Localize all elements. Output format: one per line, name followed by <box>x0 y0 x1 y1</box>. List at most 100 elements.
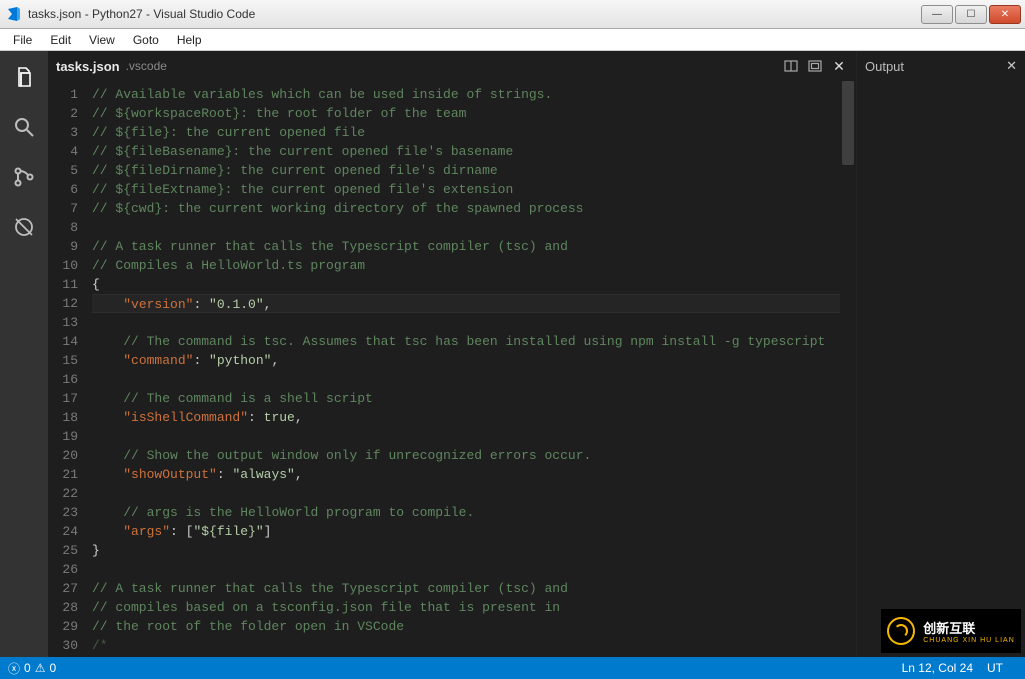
line-number: 29 <box>48 617 78 636</box>
window-maximize-button[interactable]: ☐ <box>955 5 987 24</box>
scrollbar-thumb[interactable] <box>842 81 854 165</box>
line-number: 5 <box>48 161 78 180</box>
code-line[interactable]: // The command is a shell script <box>92 389 840 408</box>
line-number: 9 <box>48 237 78 256</box>
menu-view[interactable]: View <box>80 31 124 49</box>
debug-icon[interactable] <box>8 211 40 243</box>
code-line[interactable]: // ${file}: the current opened file <box>92 123 840 142</box>
code-line[interactable]: // the root of the folder open in VSCode <box>92 617 840 636</box>
line-number: 15 <box>48 351 78 370</box>
menu-edit[interactable]: Edit <box>41 31 80 49</box>
code-line[interactable]: { <box>92 275 840 294</box>
split-editor-icon[interactable] <box>780 55 802 77</box>
line-number: 8 <box>48 218 78 237</box>
code-line[interactable]: // Compiles a HelloWorld.ts program <box>92 256 840 275</box>
line-number: 25 <box>48 541 78 560</box>
window-minimize-button[interactable]: — <box>921 5 953 24</box>
code-line[interactable]: // ${cwd}: the current working directory… <box>92 199 840 218</box>
code-editor[interactable]: 1234567891011121314151617181920212223242… <box>48 81 856 657</box>
code-line[interactable] <box>92 370 840 389</box>
line-number: 14 <box>48 332 78 351</box>
line-number: 6 <box>48 180 78 199</box>
code-line[interactable] <box>92 560 840 579</box>
line-number: 16 <box>48 370 78 389</box>
warning-count: 0 <box>49 661 56 675</box>
workbench: tasks.json .vscode ✕ 1234567891011121314… <box>0 51 1025 657</box>
code-line[interactable]: "args": ["${file}"] <box>92 522 840 541</box>
output-panel-close-icon[interactable]: ✕ <box>1006 58 1017 74</box>
line-number: 3 <box>48 123 78 142</box>
code-line[interactable]: "version": "0.1.0", <box>92 294 840 313</box>
line-number: 10 <box>48 256 78 275</box>
line-number: 24 <box>48 522 78 541</box>
status-bar: ⓧ 0 ⚠ 0 Ln 12, Col 24 UT <box>0 657 1025 679</box>
code-line[interactable] <box>92 218 840 237</box>
more-actions-icon[interactable] <box>804 55 826 77</box>
line-number: 11 <box>48 275 78 294</box>
status-encoding[interactable]: UT <box>987 661 1003 675</box>
line-number: 17 <box>48 389 78 408</box>
line-number: 2 <box>48 104 78 123</box>
code-line[interactable]: // Show the output window only if unreco… <box>92 446 840 465</box>
code-line[interactable]: // compiles based on a tsconfig.json fil… <box>92 598 840 617</box>
line-number: 1 <box>48 85 78 104</box>
editor-tabs: tasks.json .vscode ✕ <box>48 51 856 81</box>
code-line[interactable]: // ${fileExtname}: the current opened fi… <box>92 180 840 199</box>
code-line[interactable]: "command": "python", <box>92 351 840 370</box>
code-line[interactable]: // ${fileDirname}: the current opened fi… <box>92 161 840 180</box>
line-number: 12 <box>48 294 78 313</box>
code-line[interactable]: /* <box>92 636 840 655</box>
menu-goto[interactable]: Goto <box>124 31 168 49</box>
tab-folder: .vscode <box>126 59 167 73</box>
code-line[interactable] <box>92 427 840 446</box>
output-panel: Output ✕ <box>857 51 1025 657</box>
window-close-button[interactable]: ✕ <box>989 5 1021 24</box>
window-titlebar: tasks.json - Python27 - Visual Studio Co… <box>0 0 1025 29</box>
menu-file[interactable]: File <box>4 31 41 49</box>
line-number: 28 <box>48 598 78 617</box>
code-line[interactable]: // ${fileBasename}: the current opened f… <box>92 142 840 161</box>
line-number: 19 <box>48 427 78 446</box>
line-number: 27 <box>48 579 78 598</box>
menu-help[interactable]: Help <box>168 31 211 49</box>
close-tab-icon[interactable]: ✕ <box>828 55 850 77</box>
vscode-app-icon <box>6 6 22 22</box>
editor-main: tasks.json .vscode ✕ 1234567891011121314… <box>48 51 857 657</box>
code-line[interactable]: // The command is tsc. Assumes that tsc … <box>92 332 840 351</box>
line-gutter: 1234567891011121314151617181920212223242… <box>48 81 86 657</box>
line-number: 23 <box>48 503 78 522</box>
activity-bar <box>0 51 48 657</box>
error-count: 0 <box>24 661 31 675</box>
line-number: 22 <box>48 484 78 503</box>
code-line[interactable]: // A task runner that calls the Typescri… <box>92 579 840 598</box>
line-number: 18 <box>48 408 78 427</box>
line-number: 26 <box>48 560 78 579</box>
code-line[interactable]: "showOutput": "always", <box>92 465 840 484</box>
line-number: 30 <box>48 636 78 655</box>
error-icon: ⓧ <box>8 660 20 677</box>
code-content[interactable]: // Available variables which can be used… <box>86 81 840 657</box>
tab-filename: tasks.json <box>56 59 120 74</box>
window-title: tasks.json - Python27 - Visual Studio Co… <box>28 7 255 21</box>
search-icon[interactable] <box>8 111 40 143</box>
line-number: 4 <box>48 142 78 161</box>
status-errors[interactable]: ⓧ 0 ⚠ 0 <box>8 660 56 677</box>
explorer-icon[interactable] <box>8 61 40 93</box>
status-cursor-position[interactable]: Ln 12, Col 24 <box>902 661 973 675</box>
minimap-scrollbar[interactable] <box>840 81 856 657</box>
code-line[interactable]: // ${workspaceRoot}: the root folder of … <box>92 104 840 123</box>
warning-icon: ⚠ <box>35 661 46 675</box>
code-line[interactable] <box>92 313 840 332</box>
line-number: 7 <box>48 199 78 218</box>
code-line[interactable]: } <box>92 541 840 560</box>
code-line[interactable]: "isShellCommand": true, <box>92 408 840 427</box>
code-line[interactable]: // A task runner that calls the Typescri… <box>92 237 840 256</box>
editor-tab[interactable]: tasks.json .vscode <box>56 59 167 74</box>
editor-area: tasks.json .vscode ✕ 1234567891011121314… <box>48 51 1025 657</box>
line-number: 21 <box>48 465 78 484</box>
code-line[interactable] <box>92 484 840 503</box>
line-number: 20 <box>48 446 78 465</box>
code-line[interactable]: // Available variables which can be used… <box>92 85 840 104</box>
code-line[interactable]: // args is the HelloWorld program to com… <box>92 503 840 522</box>
git-icon[interactable] <box>8 161 40 193</box>
